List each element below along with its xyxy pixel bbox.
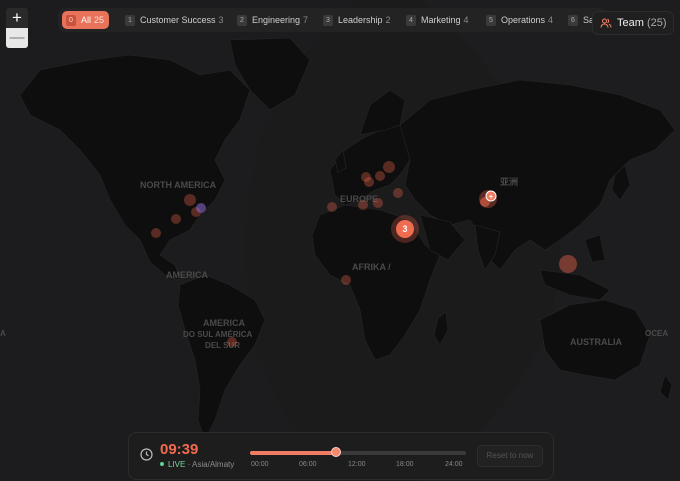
cluster-count: 3 — [402, 224, 407, 234]
team-count: (25) — [647, 17, 667, 29]
marker[interactable] — [393, 188, 403, 198]
tab-customer-success[interactable]: 1 Customer Success 3 — [121, 11, 229, 29]
marker[interactable] — [375, 171, 385, 181]
tab-count: 7 — [303, 15, 309, 25]
time-slider[interactable] — [250, 447, 466, 457]
label-north-america: NORTH AMERICA — [140, 180, 217, 190]
tick-label: 24:00 — [445, 461, 463, 468]
tab-engineering[interactable]: 2 Engineering 7 — [233, 11, 313, 29]
tab-count: 4 — [463, 15, 469, 25]
marker[interactable] — [227, 337, 237, 347]
live-indicator: LIVE · Asia/Almaty — [160, 460, 234, 469]
tab-shortcut: 5 — [486, 15, 496, 26]
zoom-in-button[interactable]: + — [6, 8, 28, 28]
tick-label: 18:00 — [396, 461, 414, 468]
marker[interactable] — [358, 200, 368, 210]
tab-label: Marketing — [421, 15, 461, 25]
tab-label: Operations — [501, 15, 546, 25]
cluster-asia[interactable]: + — [485, 190, 497, 202]
tab-shortcut: 6 — [568, 15, 578, 26]
marker[interactable] — [341, 275, 351, 285]
tab-shortcut: 2 — [237, 15, 247, 26]
live-label: LIVE — [168, 460, 186, 469]
tab-label: Leadership — [338, 15, 383, 25]
timezone: · Asia/Almaty — [187, 460, 235, 469]
tab-shortcut: 0 — [66, 15, 76, 26]
marker[interactable] — [171, 214, 181, 224]
tab-all[interactable]: 0 All 25 — [62, 11, 110, 29]
current-time: 09:39 — [160, 441, 199, 458]
live-dot — [160, 462, 164, 466]
marker[interactable] — [383, 161, 395, 173]
world-map[interactable]: NORTH AMERICA AMERICA AMERICA DO SUL AMÉ… — [0, 0, 680, 481]
time-scrubber: 09:39 LIVE · Asia/Almaty 00:00 06:00 12:… — [128, 432, 554, 480]
tick-label: 06:00 — [299, 461, 317, 468]
marker[interactable] — [151, 228, 161, 238]
label-america: AMERICA — [166, 270, 208, 280]
tab-label: Engineering — [252, 15, 301, 25]
tick-label: 00:00 — [251, 461, 269, 468]
tick-label: 12:00 — [348, 461, 366, 468]
team-button[interactable]: Team (25) — [592, 11, 674, 35]
marker[interactable] — [327, 202, 337, 212]
cluster-count: + — [489, 194, 493, 201]
tab-leadership[interactable]: 3 Leadership 2 — [319, 11, 396, 29]
tab-shortcut: 1 — [125, 15, 135, 26]
timezone-label: Asia/Almaty — [192, 460, 235, 469]
marker[interactable] — [364, 177, 374, 187]
tab-count: 25 — [94, 15, 105, 25]
zoom-control: + — — [6, 8, 28, 48]
marker[interactable] — [196, 203, 206, 213]
label-asia: 亚洲 — [500, 177, 518, 187]
tab-shortcut: 3 — [323, 15, 333, 26]
reset-to-now-button[interactable]: Reset to now — [477, 445, 543, 467]
label-ocean-left: A — [0, 329, 6, 338]
tab-count: 2 — [385, 15, 391, 25]
label-south-america-local: DO SUL AMÉRICA — [183, 330, 253, 339]
tab-label: All — [81, 15, 92, 25]
zoom-out-button[interactable]: — — [6, 28, 28, 48]
tab-count: 4 — [548, 15, 554, 25]
time-slider-fill — [250, 451, 337, 455]
label-africa: AFRIKA / — [352, 262, 391, 272]
department-tabs: 0 All 25 1 Customer Success 3 2 Engineering 7 … — [58, 8, 606, 32]
cluster-middle-east[interactable]: 3 — [391, 215, 419, 243]
tab-label: Customer Success — [140, 15, 216, 25]
tab-count: 3 — [218, 15, 224, 25]
marker[interactable] — [373, 198, 383, 208]
tab-shortcut: 4 — [406, 15, 416, 26]
users-icon — [600, 18, 612, 28]
label-australia: AUSTRALIA — [570, 337, 622, 347]
marker[interactable] — [559, 255, 577, 273]
clock-icon — [140, 448, 153, 461]
label-ocean-right: OCEA — [645, 329, 668, 338]
team-label: Team — [617, 17, 644, 29]
tab-operations[interactable]: 5 Operations 4 — [482, 11, 558, 29]
time-slider-thumb[interactable] — [331, 447, 342, 457]
label-south-america: AMERICA — [203, 318, 245, 328]
marker[interactable] — [184, 194, 196, 206]
tab-marketing[interactable]: 4 Marketing 4 — [402, 11, 474, 29]
